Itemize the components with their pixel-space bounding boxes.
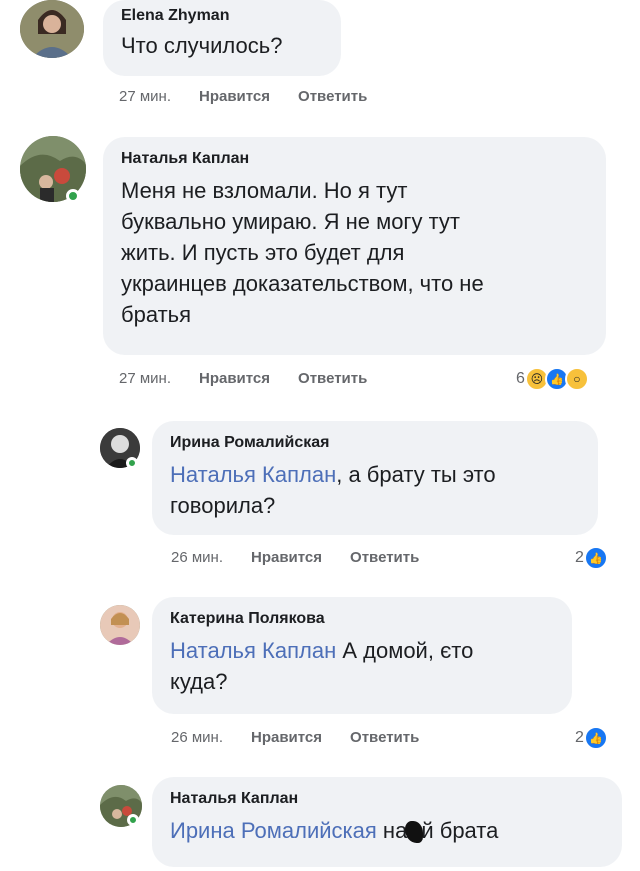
like-button[interactable]: Нравится: [199, 370, 270, 387]
author-name[interactable]: Наталья Каплан: [121, 149, 588, 169]
comment-bubble: Наталья Каплан Меня не взломали. Но я ту…: [103, 137, 606, 355]
mention-link[interactable]: Наталья Каплан: [170, 462, 336, 487]
comment-text-part: , а брату ты это: [336, 462, 496, 487]
reply-button[interactable]: Ответить: [350, 729, 419, 746]
comment-actions: 26 мин. Нравится Ответить: [171, 549, 447, 566]
reaction-count: 2: [575, 729, 584, 746]
avatar[interactable]: [20, 0, 84, 58]
like-button[interactable]: Нравится: [251, 729, 322, 746]
wow-icon: ○: [564, 367, 589, 391]
author-name[interactable]: Катерина Полякова: [170, 609, 554, 629]
comment-text: Наталья Каплан, а брату ты это говорила?: [170, 459, 580, 521]
online-status-dot: [127, 814, 139, 826]
author-name[interactable]: Наталья Каплан: [170, 789, 604, 809]
mention-link[interactable]: Ирина Ромалийская: [170, 818, 377, 843]
online-status-dot: [66, 189, 80, 203]
reply-button[interactable]: Ответить: [298, 370, 367, 387]
author-name[interactable]: Ирина Ромалийская: [170, 433, 580, 453]
timestamp[interactable]: 26 мин.: [171, 729, 223, 746]
like-icon: 👍: [583, 546, 608, 570]
timestamp[interactable]: 26 мин.: [171, 549, 223, 566]
reactions-summary[interactable]: 2 👍: [575, 546, 608, 570]
comment-text-part: говорила?: [170, 493, 276, 518]
author-name[interactable]: Elena Zhyman: [121, 6, 323, 26]
mention-link[interactable]: Наталья Каплан: [170, 638, 336, 663]
comment-bubble: Elena Zhyman Что случилось?: [103, 0, 341, 76]
comment-actions: 27 мин. Нравится Ответить: [119, 88, 395, 105]
comment-actions: 27 мин. Нравится Ответить: [119, 370, 395, 387]
comment-text-part: А домой, єто: [336, 638, 474, 663]
comment-text: Ирина Ромалийская на й брата: [170, 815, 604, 846]
comment-text-line: украинцев доказательством, что не: [121, 271, 484, 296]
like-button[interactable]: Нравится: [199, 88, 270, 105]
comment-text-line: жить. И пусть это будет для: [121, 240, 405, 265]
comment-text-line: буквально умираю. Я не могу тут: [121, 209, 460, 234]
comment-bubble: Наталья Каплан Ирина Ромалийская на й бра…: [152, 777, 622, 867]
comment-text: Меня не взломали. Но я тут буквально уми…: [121, 175, 588, 330]
timestamp[interactable]: 27 мин.: [119, 370, 171, 387]
reactions-summary[interactable]: 6 ☹ 👍 ○: [516, 367, 589, 391]
reply-button[interactable]: Ответить: [350, 549, 419, 566]
comment-text-line: Меня не взломали. Но я тут: [121, 178, 408, 203]
reaction-count: 6: [516, 370, 525, 387]
comment-text-part: куда?: [170, 669, 228, 694]
reaction-count: 2: [575, 549, 584, 566]
comment-text-part: й брата: [421, 818, 499, 843]
reactions-summary[interactable]: 2 👍: [575, 726, 608, 750]
comment-bubble: Ирина Ромалийская Наталья Каплан, а брат…: [152, 421, 598, 535]
like-button[interactable]: Нравится: [251, 549, 322, 566]
comment-text-line: братья: [121, 302, 192, 327]
timestamp[interactable]: 27 мин.: [119, 88, 171, 105]
comment-text: Наталья Каплан А домой, єто куда?: [170, 635, 554, 697]
like-icon: 👍: [583, 726, 608, 750]
avatar[interactable]: [100, 605, 140, 645]
comment-text-part: на: [376, 818, 408, 843]
comment-text: Что случилось?: [121, 33, 283, 58]
reply-button[interactable]: Ответить: [298, 88, 367, 105]
comment-actions: 26 мин. Нравится Ответить: [171, 729, 447, 746]
online-status-dot: [126, 457, 138, 469]
comment-bubble: Катерина Полякова Наталья Каплан А домой…: [152, 597, 572, 714]
